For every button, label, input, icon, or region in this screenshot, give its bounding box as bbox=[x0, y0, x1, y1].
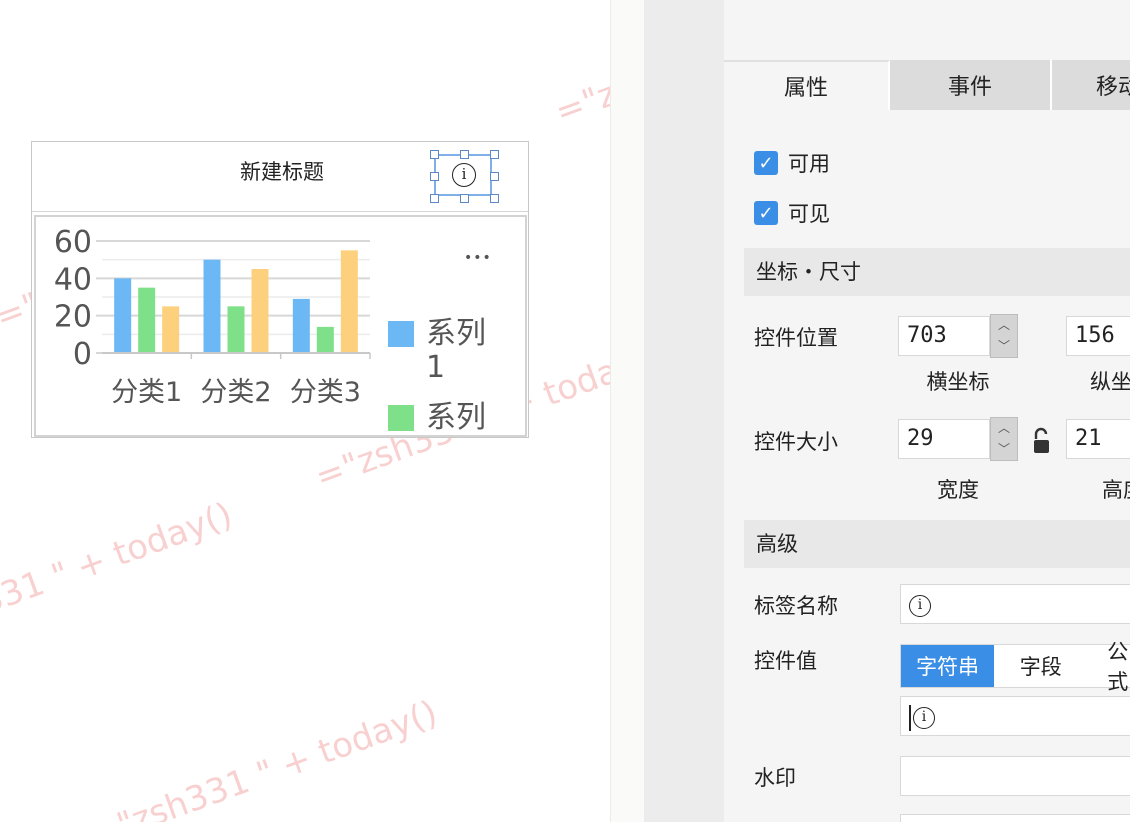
visible-checkbox-row[interactable]: ✓ 可见 bbox=[754, 198, 830, 228]
chevron-down-icon[interactable]: ﹀ bbox=[991, 439, 1017, 459]
tag-name-label: 标签名称 bbox=[754, 594, 838, 618]
tab-properties[interactable]: 属性 bbox=[724, 60, 890, 110]
legend-label-wrap: 1 bbox=[426, 350, 445, 385]
height-input[interactable]: 21 bbox=[1066, 419, 1130, 459]
chart-bar bbox=[114, 278, 132, 353]
height-caption: 高度 bbox=[1102, 478, 1130, 502]
text-cursor bbox=[909, 704, 911, 731]
value-mode-segmented-control: 字符串 字段 公式 bbox=[900, 640, 1130, 694]
enabled-label: 可用 bbox=[788, 152, 830, 176]
chart-bar bbox=[227, 306, 245, 353]
width-caption: 宽度 bbox=[937, 478, 979, 502]
x-position-input[interactable]: 703 bbox=[898, 316, 990, 356]
y-position-caption: 纵坐 bbox=[1090, 370, 1130, 394]
next-input[interactable] bbox=[900, 814, 1130, 822]
watermark-text: ="zsh331 " + today() bbox=[0, 494, 238, 658]
more-options-icon[interactable]: ••• bbox=[464, 250, 492, 266]
chart-bar bbox=[162, 306, 180, 353]
enabled-checkbox[interactable]: ✓ bbox=[754, 151, 778, 175]
unlock-icon[interactable] bbox=[1032, 427, 1052, 455]
y-tick-label: 40 bbox=[54, 262, 92, 297]
mode-formula-button[interactable]: 公式 bbox=[1087, 640, 1130, 694]
control-value-label: 控件值 bbox=[754, 649, 817, 673]
x-category-label: 分类1 bbox=[111, 377, 182, 408]
legend-label: 系列 bbox=[426, 316, 486, 351]
resize-handle-e[interactable] bbox=[490, 172, 499, 181]
chevron-up-icon[interactable]: ︿ bbox=[991, 418, 1017, 438]
width-stepper[interactable]: ︿ ﹀ bbox=[990, 417, 1018, 461]
mode-field-button[interactable]: 字段 bbox=[994, 645, 1087, 687]
chart-bar bbox=[138, 287, 156, 353]
tab-move[interactable]: 移动 bbox=[1052, 60, 1130, 110]
watermark-text: ="zsh331 " + today() bbox=[550, 0, 610, 133]
legend-label: 系列 bbox=[426, 400, 486, 435]
x-position-stepper[interactable]: ︿ ﹀ bbox=[990, 314, 1018, 358]
chart-widget[interactable]: 新建标题 i 0 20 40 60 分类1 分类2 分类3 系列 1 系列 ••• bbox=[31, 141, 529, 438]
size-label: 控件大小 bbox=[754, 430, 838, 454]
chart-bar bbox=[316, 326, 334, 353]
resize-handle-sw[interactable] bbox=[430, 194, 439, 203]
tag-name-input[interactable]: i bbox=[900, 584, 1130, 624]
chart-bar bbox=[340, 250, 358, 353]
design-canvas[interactable]: ="zsh331 " + today() ="zsh331 " + today(… bbox=[0, 0, 610, 822]
resize-handle-n[interactable] bbox=[460, 150, 469, 159]
resize-handle-s[interactable] bbox=[460, 194, 469, 203]
y-tick-label: 20 bbox=[54, 300, 92, 335]
y-tick-label: 0 bbox=[73, 337, 92, 372]
resize-handle-w[interactable] bbox=[430, 172, 439, 181]
properties-panel: 属性 事件 移动 ✓ 可用 ✓ 可见 坐标・尺寸 控件位置 703 ︿ ﹀ 15… bbox=[724, 0, 1130, 822]
selected-label-element[interactable]: i bbox=[430, 150, 499, 203]
y-position-input[interactable]: 156 bbox=[1066, 316, 1130, 356]
section-geometry-header: 坐标・尺寸 bbox=[744, 248, 1130, 296]
resize-handle-se[interactable] bbox=[490, 194, 499, 203]
visible-checkbox[interactable]: ✓ bbox=[754, 201, 778, 225]
width-input[interactable]: 29 bbox=[898, 419, 990, 459]
legend-swatch bbox=[388, 405, 414, 431]
resize-handle-ne[interactable] bbox=[490, 150, 499, 159]
control-value-input[interactable]: i bbox=[900, 696, 1130, 736]
chart-bar bbox=[203, 259, 221, 353]
watermark-label: 水印 bbox=[754, 766, 796, 790]
widget-header[interactable]: 新建标题 i bbox=[32, 142, 528, 212]
chevron-down-icon[interactable]: ﹀ bbox=[991, 336, 1017, 356]
resize-handle-nw[interactable] bbox=[430, 150, 439, 159]
chart-bar bbox=[251, 269, 269, 353]
tab-events[interactable]: 事件 bbox=[890, 60, 1052, 110]
bar-chart: 0204060分类1 分类2 分类3系列1系列 bbox=[54, 225, 486, 435]
chevron-up-icon[interactable]: ︿ bbox=[991, 315, 1017, 335]
panel-gutter bbox=[644, 0, 724, 822]
x-category-label: 分类2 bbox=[200, 377, 271, 408]
section-advanced-header: 高级 bbox=[744, 520, 1130, 568]
position-label: 控件位置 bbox=[754, 326, 838, 350]
y-tick-label: 60 bbox=[54, 225, 92, 260]
chart-bar bbox=[292, 298, 310, 353]
panel-tabs: 属性 事件 移动 bbox=[724, 60, 1130, 110]
info-icon: i bbox=[452, 163, 476, 187]
watermark-input[interactable] bbox=[900, 756, 1130, 796]
legend-swatch bbox=[388, 321, 414, 347]
x-position-caption: 横坐标 bbox=[926, 370, 990, 394]
x-category-label: 分类3 bbox=[290, 377, 361, 408]
info-icon: i bbox=[913, 706, 935, 729]
mode-string-button[interactable]: 字符串 bbox=[901, 645, 995, 687]
watermark-text: ="zsh331 " + today() bbox=[85, 692, 443, 822]
canvas-divider bbox=[610, 0, 644, 822]
chart-container[interactable]: 0 20 40 60 分类1 分类2 分类3 系列 1 系列 ••• bbox=[34, 215, 527, 437]
info-icon: i bbox=[909, 594, 931, 617]
enabled-checkbox-row[interactable]: ✓ 可用 bbox=[754, 148, 830, 178]
visible-label: 可见 bbox=[788, 202, 830, 226]
